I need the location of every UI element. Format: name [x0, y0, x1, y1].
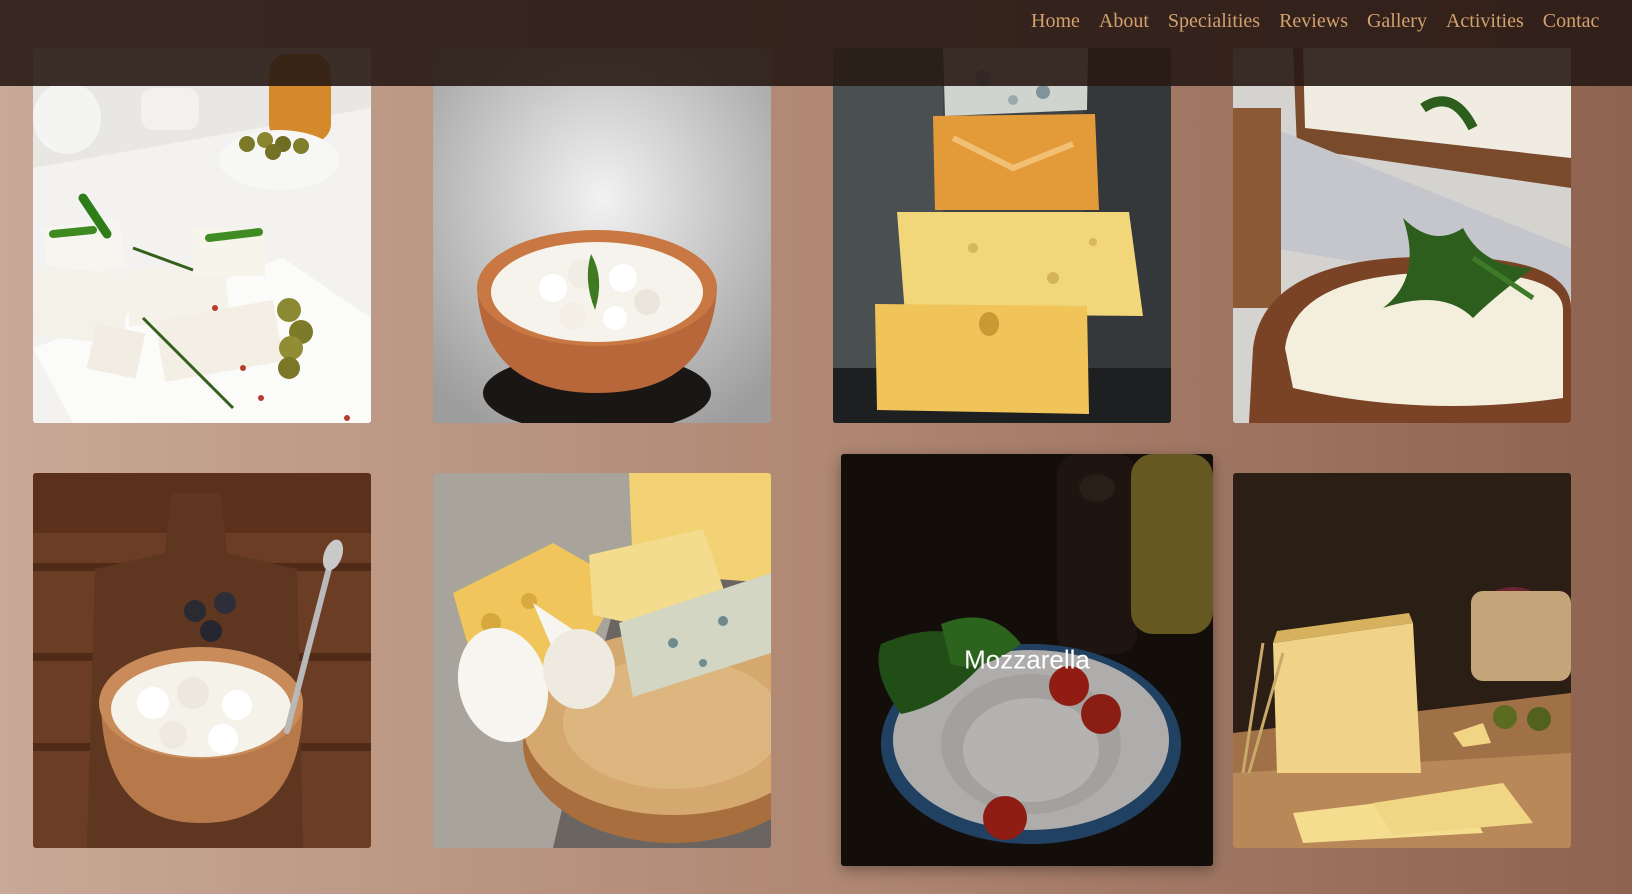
nav-menu: Home About Specialities Reviews Gallery …: [1031, 9, 1618, 33]
nav-link-specialities[interactable]: Specialities: [1168, 9, 1260, 33]
gallery-tile-cottage-cheese-wooden[interactable]: [33, 473, 371, 848]
nav-link-activities[interactable]: Activities: [1446, 9, 1524, 33]
hard-cheese-wedge-image: [1233, 473, 1571, 848]
gallery-tile-feta[interactable]: [33, 48, 371, 423]
cottage-cheese-wooden-bowl-image: [33, 473, 371, 848]
top-navigation-bar: Home About Specialities Reviews Gallery …: [0, 0, 1632, 86]
nav-link-about[interactable]: About: [1099, 9, 1149, 33]
feta-cheese-image: [33, 48, 371, 423]
nav-link-home[interactable]: Home: [1031, 9, 1080, 33]
stacked-cheeses-image: [833, 48, 1171, 423]
cottage-cheese-bowl-image: [433, 48, 771, 423]
gallery-tile-cream-cheese-toast[interactable]: [1233, 48, 1571, 423]
gallery-tile-mozzarella[interactable]: Mozzarella: [841, 454, 1213, 866]
cheese-board-image: [433, 473, 771, 848]
gallery-tile-cottage-cheese[interactable]: [433, 48, 771, 423]
gallery-tile-hard-cheese[interactable]: [1233, 473, 1571, 848]
tile-caption-mozzarella: Mozzarella: [964, 644, 1090, 675]
gallery-tile-stacked-cheeses[interactable]: [833, 48, 1171, 423]
nav-link-gallery[interactable]: Gallery: [1367, 9, 1427, 33]
nav-link-contact[interactable]: Contac: [1543, 9, 1600, 33]
gallery-tile-cheese-board[interactable]: [433, 473, 771, 848]
nav-link-reviews[interactable]: Reviews: [1279, 9, 1348, 33]
cream-cheese-toast-image: [1233, 48, 1571, 423]
